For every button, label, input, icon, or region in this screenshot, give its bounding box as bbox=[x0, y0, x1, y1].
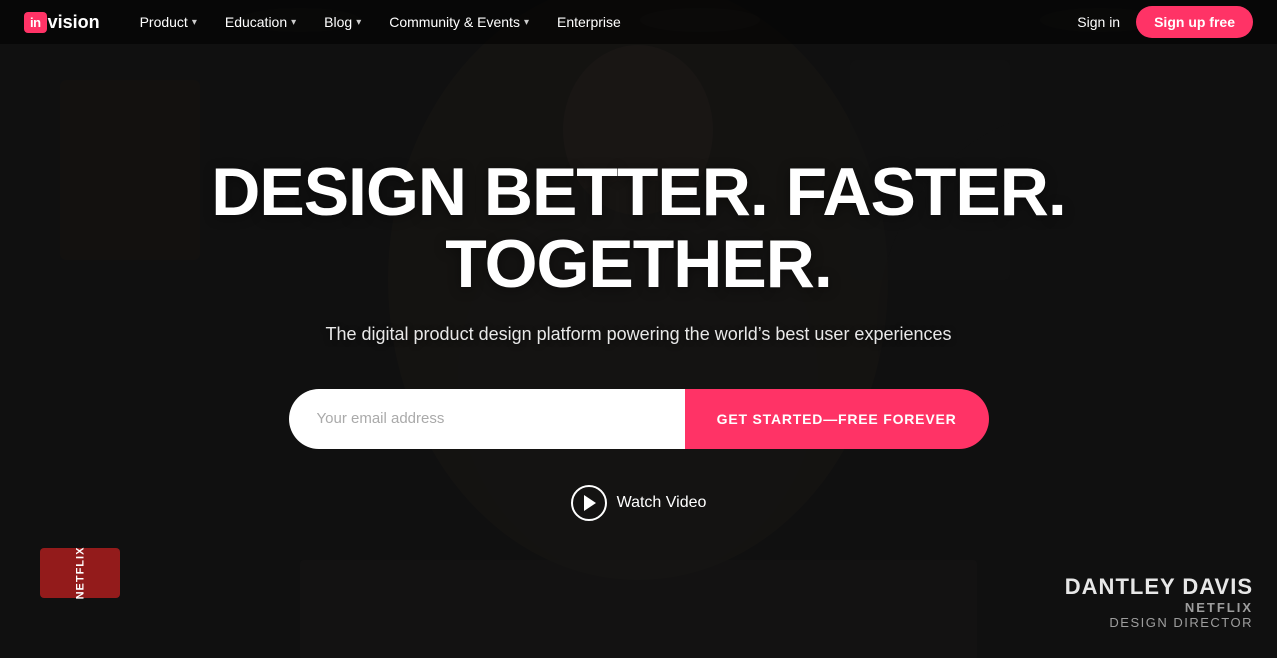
email-input[interactable] bbox=[289, 389, 685, 449]
sign-up-button[interactable]: Sign up free bbox=[1136, 6, 1253, 38]
nav-item-blog[interactable]: Blog ▾ bbox=[312, 8, 373, 36]
nav-item-enterprise[interactable]: Enterprise bbox=[545, 8, 633, 36]
attribution-company: NETFLIX bbox=[1065, 600, 1253, 615]
hero-headline: DESIGN BETTER. FASTER. TOGETHER. bbox=[40, 157, 1237, 300]
netflix-label: NETFLIX bbox=[74, 547, 86, 600]
sign-in-link[interactable]: Sign in bbox=[1077, 14, 1120, 30]
nav-right: Sign in Sign up free bbox=[1077, 6, 1253, 38]
cta-row: GET STARTED—FREE FOREVER bbox=[289, 389, 989, 449]
attribution-name: DANTLEY DAVIS bbox=[1065, 574, 1253, 600]
watch-video-button[interactable]: Watch Video bbox=[571, 485, 707, 521]
logo-vision-text: vision bbox=[48, 12, 100, 33]
nav-item-product[interactable]: Product ▾ bbox=[128, 8, 209, 36]
attribution: DANTLEY DAVIS NETFLIX DESIGN DIRECTOR bbox=[1065, 574, 1253, 630]
logo-in-badge: in bbox=[24, 12, 47, 33]
get-started-button[interactable]: GET STARTED—FREE FOREVER bbox=[685, 389, 989, 449]
chevron-down-icon: ▾ bbox=[192, 17, 197, 28]
watch-video-label: Watch Video bbox=[617, 494, 707, 512]
netflix-box: NETFLIX bbox=[40, 548, 120, 598]
main-nav: in vision Product ▾ Education ▾ Blog ▾ C… bbox=[0, 0, 1277, 44]
logo-link[interactable]: in vision bbox=[24, 12, 100, 33]
nav-item-community[interactable]: Community & Events ▾ bbox=[377, 8, 541, 36]
nav-items: Product ▾ Education ▾ Blog ▾ Community &… bbox=[128, 8, 1078, 36]
play-triangle-icon bbox=[584, 495, 596, 511]
nav-item-education[interactable]: Education ▾ bbox=[213, 8, 308, 36]
chevron-down-icon: ▾ bbox=[291, 17, 296, 28]
chevron-down-icon: ▾ bbox=[524, 17, 529, 28]
hero-subheadline: The digital product design platform powe… bbox=[325, 324, 951, 345]
play-circle-icon bbox=[571, 485, 607, 521]
hero-section: in vision Product ▾ Education ▾ Blog ▾ C… bbox=[0, 0, 1277, 658]
attribution-role: DESIGN DIRECTOR bbox=[1065, 615, 1253, 630]
hero-content: DESIGN BETTER. FASTER. TOGETHER. The dig… bbox=[0, 157, 1277, 521]
chevron-down-icon: ▾ bbox=[356, 17, 361, 28]
